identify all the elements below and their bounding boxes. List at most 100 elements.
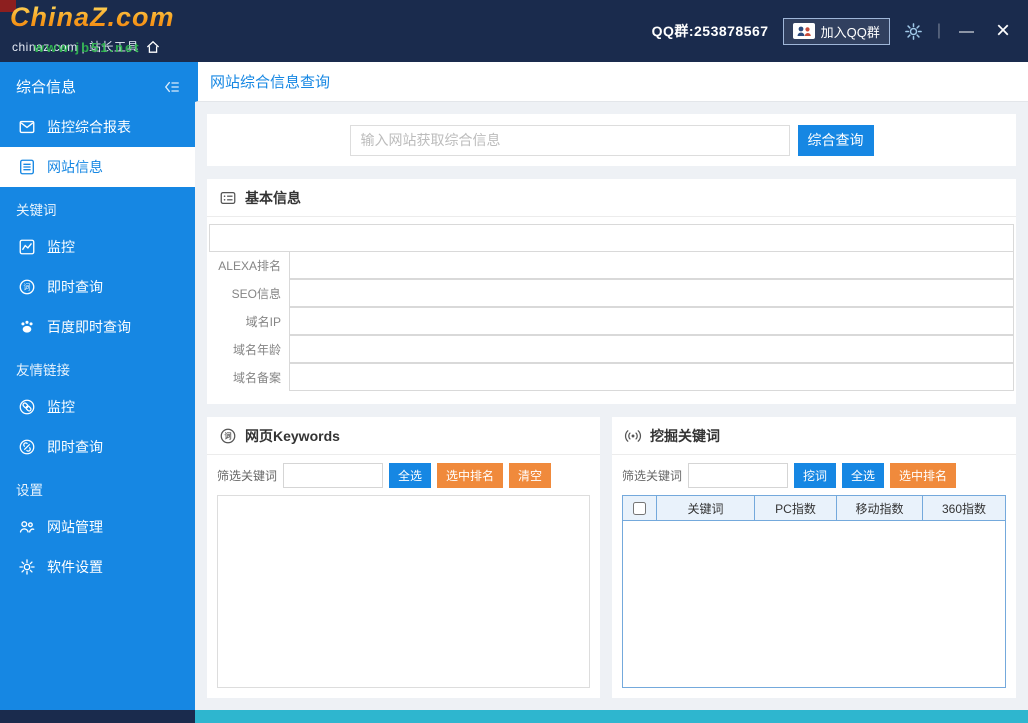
- sidebar-item-label: 即时查询: [47, 439, 103, 455]
- site-url-input[interactable]: [349, 124, 790, 156]
- sidebar-section-overview-label: 综合信息: [16, 79, 77, 96]
- logo: ChinaZ.com chinaz.com | 站长工具 www.jb51.ne…: [0, 0, 270, 62]
- sidebar-item-label: 即时查询: [47, 279, 103, 295]
- domain-ip-label: 域名IP: [245, 315, 281, 329]
- basic-info-row: SEO信息: [209, 279, 1014, 308]
- sidebar-section-settings: 设置: [16, 483, 43, 498]
- bottom-strip: [0, 710, 1028, 723]
- sidebar-item-site-management[interactable]: 网站管理: [0, 507, 195, 547]
- sidebar-item-label: 监控综合报表: [47, 119, 131, 135]
- mining-table-header: 关键词 PC指数 移动指数 360指数: [623, 496, 1005, 521]
- page-title: 网站综合信息查询: [210, 74, 331, 91]
- select-all-checkbox[interactable]: [633, 501, 646, 515]
- sidebar-item-links-instant-query[interactable]: 即时查询: [0, 427, 195, 467]
- brand-logo-subtitle: chinaz.com | 站长工具: [12, 38, 161, 55]
- basic-info-row: ALEXA排名: [209, 251, 1014, 280]
- users-icon: [18, 518, 36, 536]
- column-header-keyword[interactable]: 关键词: [657, 496, 755, 520]
- site-summary-field: [209, 224, 1014, 252]
- collapse-sidebar-icon[interactable]: [163, 79, 181, 95]
- svg-text:词: 词: [23, 283, 30, 292]
- keywords-filter-row: 筛选关键词 全选 选中排名 清空: [207, 455, 600, 495]
- icp-record-label: 域名备案: [232, 371, 281, 385]
- keywords-selected-rank-button[interactable]: 选中排名: [437, 462, 504, 488]
- keywords-filter-label: 筛选关键词: [217, 468, 278, 483]
- keywords-list[interactable]: [217, 495, 590, 688]
- sidebar-item-site-info[interactable]: 网站信息: [0, 147, 195, 187]
- keyword-mining-header: 挖掘关键词: [612, 417, 1016, 455]
- mining-select-all-button[interactable]: 全选: [842, 462, 885, 488]
- dig-words-button[interactable]: 挖词: [794, 462, 837, 488]
- search-panel: 综合查询: [207, 114, 1016, 166]
- sidebar-item-keyword-monitor[interactable]: 监控: [0, 227, 195, 267]
- sidebar-item-label: 网站管理: [47, 519, 103, 535]
- alexa-rank-label: ALEXA排名: [218, 259, 281, 273]
- seo-info-field: [289, 279, 1014, 307]
- app-window: ChinaZ.com chinaz.com | 站长工具 www.jb51.ne…: [0, 0, 1028, 723]
- mining-filter-input[interactable]: [688, 462, 789, 488]
- basic-info-row: 域名年龄: [209, 335, 1014, 364]
- baidu-paw-icon: [18, 318, 36, 336]
- sidebar-section-friend-links: 友情链接: [16, 363, 70, 378]
- join-qq-group-button[interactable]: 加入QQ群: [782, 17, 890, 45]
- titlebar-divider: |: [936, 22, 941, 39]
- icp-record-field: [289, 363, 1014, 391]
- sidebar-item-keyword-instant-query[interactable]: 词 即时查询: [0, 267, 195, 307]
- basic-info-icon: [219, 189, 237, 207]
- sidebar-item-software-settings[interactable]: 软件设置: [0, 547, 195, 587]
- basic-info-row: [209, 224, 1014, 252]
- link-square-icon: [18, 398, 36, 416]
- body-row: 综合信息 监控综合报表 网站信息 关键词 监控 词 即时查询 百度即时查询 友情…: [0, 62, 1028, 710]
- word-circle-icon: 词: [18, 278, 36, 296]
- sidebar-item-baidu-instant-query[interactable]: 百度即时查询: [0, 307, 195, 347]
- comprehensive-query-button[interactable]: 综合查询: [797, 124, 874, 156]
- keyword-mining-title: 挖掘关键词: [650, 427, 720, 444]
- titlebar-controls: QQ群:253878567 加入QQ群 | — ×: [651, 17, 1028, 45]
- column-header-360-index[interactable]: 360指数: [923, 496, 1005, 520]
- sidebar-item-label: 监控: [47, 399, 75, 415]
- content: 综合查询 基本信息: [195, 102, 1028, 710]
- sidebar-item-label: 监控: [47, 239, 75, 255]
- keywords-select-all-button[interactable]: 全选: [389, 462, 432, 488]
- sidebar-item-links-monitor[interactable]: 监控: [0, 387, 195, 427]
- mining-filter-row: 筛选关键词 挖词 全选 选中排名: [612, 455, 1016, 495]
- alexa-rank-field: [289, 251, 1014, 279]
- sidebar: 综合信息 监控综合报表 网站信息 关键词 监控 词 即时查询 百度即时查询 友情…: [0, 62, 195, 710]
- title-bar: ChinaZ.com chinaz.com | 站长工具 www.jb51.ne…: [0, 0, 1028, 62]
- mining-selected-rank-button[interactable]: 选中排名: [890, 462, 957, 488]
- qq-group-number: QQ群:253878567: [651, 23, 769, 39]
- column-header-pc-index[interactable]: PC指数: [755, 496, 837, 520]
- svg-text:词: 词: [224, 431, 231, 440]
- seo-info-label: SEO信息: [231, 287, 281, 301]
- page-keywords-title: 网页Keywords: [245, 427, 340, 444]
- brand-logo-subtitle-text: chinaz.com | 站长工具: [12, 40, 139, 54]
- sidebar-section-keywords: 关键词: [16, 203, 57, 218]
- chart-monitor-icon: [18, 238, 36, 256]
- keywords-filter-input[interactable]: [283, 462, 384, 488]
- sidebar-item-label: 百度即时查询: [47, 319, 131, 335]
- keywords-clear-button[interactable]: 清空: [509, 462, 552, 488]
- sidebar-item-monitor-report[interactable]: 监控综合报表: [0, 107, 195, 147]
- column-header-mobile-index[interactable]: 移动指数: [837, 496, 923, 520]
- mining-table-body[interactable]: [623, 521, 1005, 687]
- basic-info-row: 域名备案: [209, 363, 1014, 392]
- sidebar-item-label: 软件设置: [47, 559, 103, 575]
- home-icon[interactable]: [145, 39, 161, 55]
- main-area: 网站综合信息查询 综合查询: [195, 62, 1028, 710]
- bottom-row: 词 网页Keywords 筛选关键词 全选 选中排名 清空 挖掘关键词 筛选关键…: [207, 417, 1016, 698]
- domain-age-field: [289, 335, 1014, 363]
- bottom-strip-right: [195, 710, 1028, 723]
- close-button[interactable]: ×: [992, 19, 1014, 43]
- basic-info-title: 基本信息: [245, 189, 301, 206]
- header-checkbox-cell: [623, 496, 657, 520]
- minimize-button[interactable]: —: [955, 23, 978, 40]
- broadcast-icon: [624, 427, 642, 445]
- sidebar-section-overview: 综合信息: [0, 62, 195, 107]
- settings-gear-icon[interactable]: [904, 22, 923, 41]
- link-circle-icon: [18, 438, 36, 456]
- page-title-bar: 网站综合信息查询: [195, 62, 1028, 102]
- keywords-circle-icon: 词: [219, 427, 237, 445]
- basic-info-body: ALEXA排名 SEO信息 域名IP 域名年龄 域名备案: [207, 217, 1016, 404]
- site-info-list-icon: [18, 158, 36, 176]
- basic-info-header: 基本信息: [207, 179, 1016, 217]
